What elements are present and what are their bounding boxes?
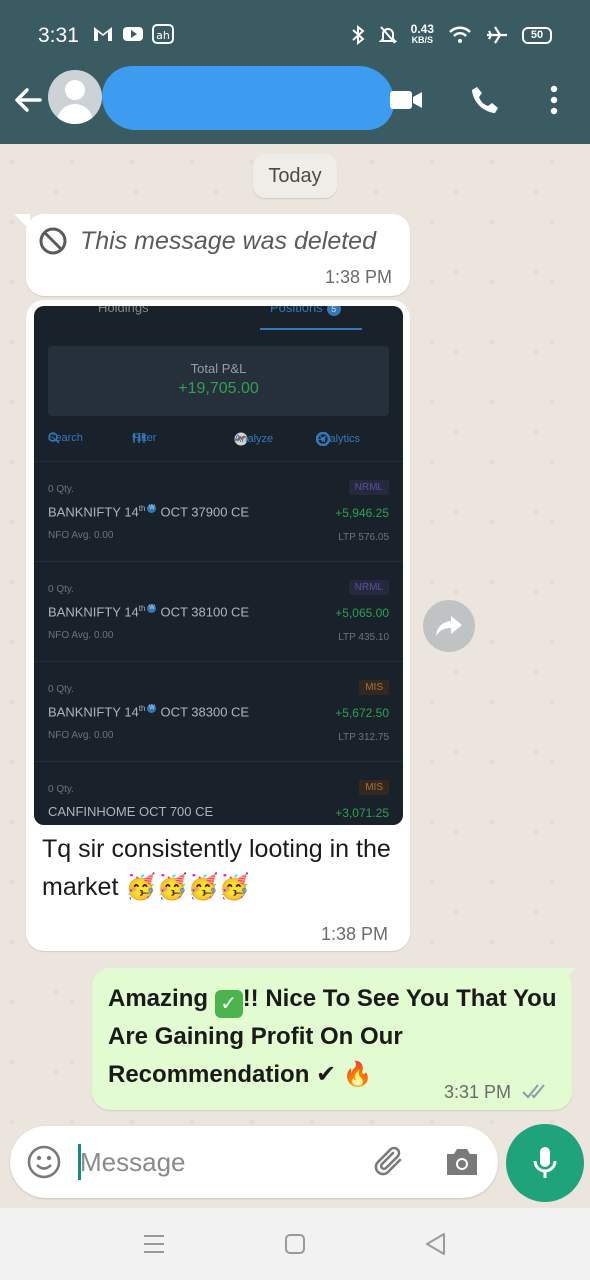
total-pnl-value: +19,705.00	[178, 380, 259, 397]
status-bar: 3:31 ah 0.43 KB/S 50	[0, 0, 590, 70]
video-call-icon[interactable]	[388, 82, 424, 118]
deleted-message-text: This message was deleted	[80, 226, 376, 255]
home-nav-icon[interactable]	[284, 1233, 306, 1255]
microphone-icon	[533, 1147, 557, 1178]
airplane-icon	[487, 26, 507, 44]
row-pnl: +5,672.50	[335, 706, 389, 720]
message-time: 1:38 PM	[321, 924, 389, 944]
row-pnl: +3,071.25	[335, 806, 389, 820]
svg-text:ah: ah	[156, 29, 170, 42]
more-options-icon[interactable]	[536, 82, 572, 118]
tab-positions: Positions 5	[270, 306, 341, 316]
image-caption: Tq sir consistently looting in the marke…	[42, 835, 391, 901]
voice-record-button[interactable]	[506, 1124, 584, 1202]
forward-button[interactable]	[423, 600, 475, 652]
status-right: 0.43 KB/S 50	[351, 22, 552, 46]
product-tag: MIS	[359, 780, 389, 795]
status-time: 3:31	[38, 24, 79, 47]
forward-icon	[436, 616, 462, 636]
product-tag: NRML	[348, 580, 389, 595]
battery-indicator: 50	[522, 26, 552, 44]
row-pnl: +5,065.00	[335, 606, 389, 620]
position-row: 0 Qty. BANKNIFTY 14th W OCT 38100 CE NFO A…	[34, 561, 403, 661]
position-row: 0 Qty. CANFINHOME OCT 700 CE MIS +3,071.…	[34, 761, 403, 825]
message-time: 1:38 PM	[325, 267, 393, 287]
avatar[interactable]	[48, 70, 102, 124]
position-row: 0 Qty. BANKNIFTY 14th W OCT 38300 CE NFO A…	[34, 661, 403, 761]
screenshot-tabs: Holdings Positions 5	[34, 306, 403, 336]
product-tag: NRML	[348, 480, 389, 495]
back-nav-icon[interactable]	[424, 1232, 446, 1256]
attach-icon[interactable]	[372, 1144, 408, 1180]
product-tag: MIS	[359, 680, 389, 695]
shared-screenshot[interactable]: Holdings Positions 5 Total P&L +19,705.00…	[34, 306, 403, 825]
network-speed: 0.43 KB/S	[410, 22, 434, 45]
date-chip: Today	[253, 154, 337, 198]
analytics-tool: Analytics	[316, 432, 361, 446]
message-time: 3:31 PM	[444, 1082, 512, 1102]
position-row: 0 Qty. BANKNIFTY 14th W OCT 37900 CE NFO A…	[34, 461, 403, 561]
tab-holdings: Holdings	[98, 306, 149, 315]
screenshot-toolbar: Search Filter Analyze Analytics	[48, 432, 393, 450]
analyze-tool: Analyze	[234, 432, 274, 446]
wifi-icon	[449, 26, 471, 43]
mute-icon	[378, 26, 397, 44]
check-emoji: ✓	[214, 990, 243, 1018]
total-pnl-label: Total P&L	[190, 361, 247, 376]
deleted-message: This message was deleted	[38, 226, 376, 256]
message-composer	[10, 1126, 498, 1198]
emoji-icon[interactable]	[26, 1144, 62, 1180]
youtube-icon	[123, 27, 143, 41]
contact-name-redacted[interactable]	[102, 66, 394, 130]
arrow-back-icon[interactable]	[12, 84, 44, 116]
camera-icon[interactable]	[444, 1146, 480, 1178]
positions-count-badge: 5	[326, 306, 341, 316]
top-bar: 3:31 ah 0.43 KB/S 50	[0, 0, 590, 144]
menu-nav-icon[interactable]	[143, 1234, 165, 1254]
system-nav-bar	[0, 1208, 590, 1280]
search-tool: Search	[48, 432, 83, 444]
app-notification-icon: ah	[152, 24, 174, 44]
outgoing-message-text: Amazing ✓!! Nice To See You That You Are…	[108, 985, 557, 1088]
filter-tool: Filter	[132, 432, 157, 444]
chat-header	[0, 66, 590, 144]
row-pnl: +5,946.25	[335, 506, 389, 520]
total-pnl-card: Total P&L +19,705.00	[48, 346, 389, 416]
double-tick-icon	[522, 1084, 545, 1099]
message-input[interactable]	[80, 1140, 350, 1184]
bluetooth-icon	[351, 25, 365, 45]
voice-call-icon[interactable]	[467, 82, 503, 118]
blocked-icon	[39, 227, 67, 255]
notification-icons: ah	[92, 24, 174, 44]
tab-underline	[260, 328, 362, 330]
gmail-icon	[94, 27, 112, 41]
